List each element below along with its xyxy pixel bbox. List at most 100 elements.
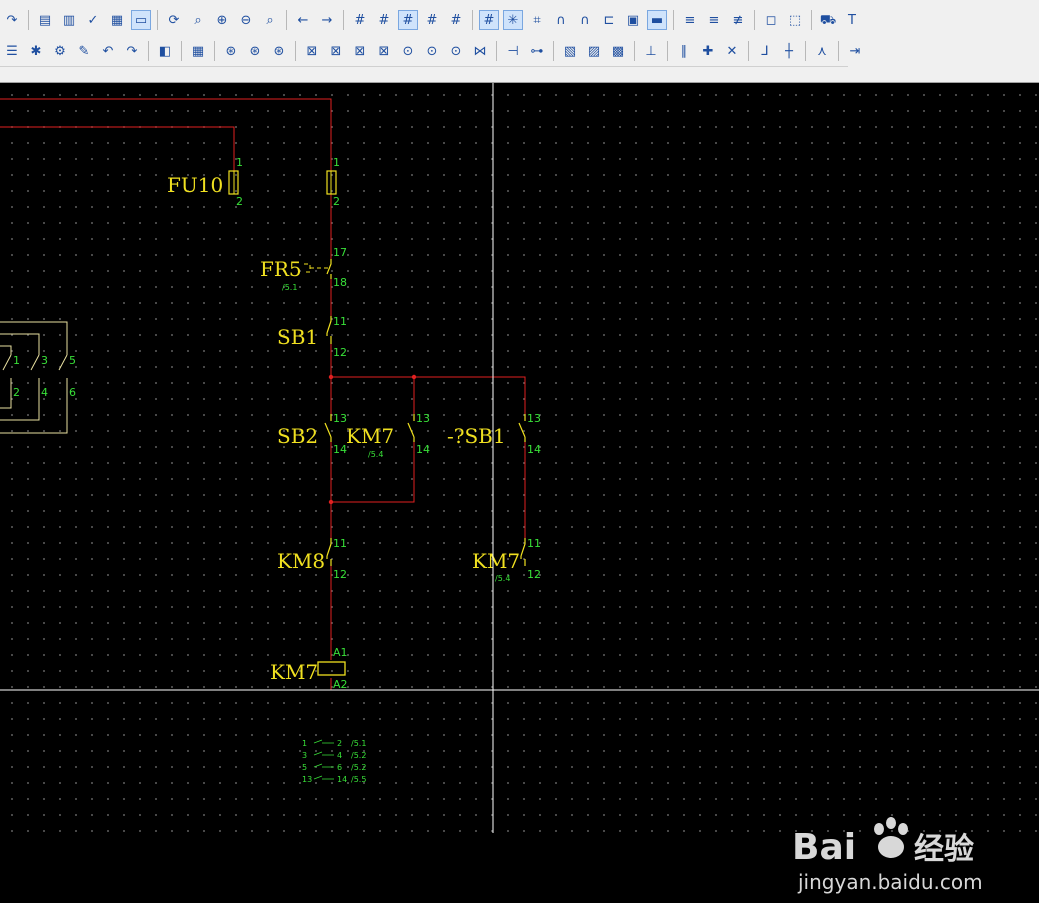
connector-button[interactable]: ⊏ — [599, 10, 619, 30]
label-box-button[interactable]: ▣ — [623, 10, 643, 30]
ruler-button[interactable]: ▬ — [647, 10, 667, 30]
magnet-icon: ∩ — [556, 12, 566, 28]
grid-d-button[interactable]: # — [422, 10, 442, 30]
refresh-button[interactable]: ⟳ — [164, 10, 184, 30]
wire-branch-button[interactable]: ⋏ — [812, 41, 832, 61]
grid-a-button[interactable]: # — [350, 10, 370, 30]
page-redo-button[interactable]: ↷ — [122, 41, 142, 61]
toolbar-separator — [472, 10, 473, 30]
insert-device-button[interactable]: ⊛ — [221, 41, 241, 61]
page-undo-button[interactable]: ↶ — [98, 41, 118, 61]
hatch-b-button[interactable]: ▨ — [584, 41, 604, 61]
new-page-button[interactable]: ✱ — [26, 41, 46, 61]
page-settings-button[interactable]: ⚙ — [50, 41, 70, 61]
list-button[interactable]: ☰ — [2, 41, 22, 61]
monitor-button[interactable]: ▭ — [131, 10, 151, 30]
contact-symbol — [313, 739, 334, 744]
contact-km7-nc[interactable]: KM7 11 12 /5.4 — [472, 537, 541, 583]
component-button[interactable]: ◻ — [761, 10, 781, 30]
contact-fr5[interactable]: FR5 17 18 /5.1 — [260, 246, 347, 292]
device-navigator-button[interactable]: ⊛ — [245, 41, 265, 61]
pin-label: 2 — [333, 195, 340, 208]
wire-cross-point-button[interactable]: ✚ — [698, 41, 718, 61]
wire-tee-button[interactable]: ┼ — [779, 41, 799, 61]
terminal-d-button[interactable]: ⊠ — [374, 41, 394, 61]
device-list-button[interactable]: ▦ — [188, 41, 208, 61]
plc-b-icon: ⊙ — [426, 43, 438, 59]
pin-label: 14 — [527, 443, 541, 456]
select-box-button[interactable]: ⬚ — [785, 10, 805, 30]
contact-ref: /5.5 — [351, 775, 366, 784]
layout-window-button[interactable]: ▤ — [35, 10, 55, 30]
grid-table-button[interactable]: ▦ — [107, 10, 127, 30]
window-split-button[interactable]: ▥ — [59, 10, 79, 30]
grid-snap-button[interactable]: # — [479, 10, 499, 30]
coil-button[interactable]: ⊶ — [527, 41, 547, 61]
cross-reference: /5.1 — [282, 283, 297, 292]
pin-label: 1 — [333, 156, 340, 169]
grid-snap-point-button[interactable]: ✳ — [503, 10, 523, 30]
wire-fu10-supply[interactable] — [0, 126, 235, 171]
wire-lines-alt-button[interactable]: ≡ — [704, 10, 724, 30]
label-box-icon: ▣ — [626, 12, 640, 28]
fuse-right[interactable]: 1 2 — [326, 156, 340, 208]
zoom-in-button[interactable]: ⊕ — [212, 10, 232, 30]
pin-label: 12 — [333, 568, 347, 581]
coil-km7[interactable]: KM7 A1 A2 — [270, 646, 348, 691]
hatch-a-icon: ▧ — [563, 43, 577, 59]
magnet-button[interactable]: ∩ — [551, 10, 571, 30]
device-tag: FU10 — [167, 173, 223, 197]
grid-c-button[interactable]: # — [398, 10, 418, 30]
schematic-canvas[interactable]: 1 3 5 2 4 6 FU10 1 2 1 2 FR5 17 18 /5.1 … — [0, 83, 1039, 894]
select-box-icon: ⬚ — [788, 12, 802, 28]
wire-lines-alt-icon: ≡ — [708, 12, 720, 28]
plc-c-button[interactable]: ⊙ — [446, 41, 466, 61]
wire-jump-button[interactable]: ⇥ — [845, 41, 865, 61]
contact-button[interactable]: ⊣ — [503, 41, 523, 61]
plc-a-button[interactable]: ⊙ — [398, 41, 418, 61]
device-connect-button[interactable]: ⊛ — [269, 41, 289, 61]
terminal-c-button[interactable]: ⊠ — [350, 41, 370, 61]
wire-interrupt-button[interactable]: ✕ — [722, 41, 742, 61]
hatch-a-button[interactable]: ▧ — [560, 41, 580, 61]
wire-angle-button[interactable]: ⅃ — [755, 41, 775, 61]
page-edit-button[interactable]: ✎ — [74, 41, 94, 61]
arrow-forward-button[interactable]: → — [317, 10, 337, 30]
cable-button[interactable]: ⋈ — [470, 41, 490, 61]
page-edit-icon: ✎ — [78, 43, 90, 59]
contact-km8-nc[interactable]: KM8 11 12 — [277, 537, 347, 581]
potential-button[interactable]: ⊥ — [641, 41, 661, 61]
text-tool-button[interactable]: T — [842, 10, 862, 30]
wire-cross-button[interactable]: ≢ — [728, 10, 748, 30]
zoom-100-button[interactable]: ⌕ — [260, 10, 280, 30]
grid-hash-button[interactable]: ⌗ — [527, 10, 547, 30]
page-check-button[interactable]: ✓ — [83, 10, 103, 30]
zoom-window-button[interactable]: ⌕ — [188, 10, 208, 30]
toolbar-separator — [667, 41, 668, 61]
hatch-c-button[interactable]: ▩ — [608, 41, 628, 61]
wire-interrupt-icon: ✕ — [726, 43, 738, 59]
contact-sb1[interactable]: SB1 11 12 — [277, 315, 347, 359]
macro-button[interactable]: ◧ — [155, 41, 175, 61]
contact-sb2[interactable]: SB2 13 14 — [277, 412, 347, 456]
terminal-a-button[interactable]: ⊠ — [302, 41, 322, 61]
contact-ref: /5.1 — [351, 739, 366, 748]
redo-button[interactable]: ↷ — [2, 10, 22, 30]
cart-button[interactable]: ⛟ — [818, 10, 838, 30]
wire-parallel-button[interactable]: ∥ — [674, 41, 694, 61]
contact-icon: ⊣ — [507, 43, 519, 59]
fuse-fu10[interactable]: FU10 1 2 — [167, 156, 243, 208]
grid-e-button[interactable]: # — [446, 10, 466, 30]
wire-lines-button[interactable]: ≡ — [680, 10, 700, 30]
wire-top[interactable] — [0, 98, 332, 171]
contact-km7-no[interactable]: KM7 13 14 /5.4 — [346, 412, 430, 459]
zoom-out-button[interactable]: ⊖ — [236, 10, 256, 30]
plc-b-button[interactable]: ⊙ — [422, 41, 442, 61]
wire-branch-top[interactable] — [331, 376, 526, 414]
arrow-back-button[interactable]: ← — [293, 10, 313, 30]
contact-qsb1[interactable]: -?SB1 13 14 — [447, 412, 541, 456]
terminal-b-button[interactable]: ⊠ — [326, 41, 346, 61]
grid-b-button[interactable]: # — [374, 10, 394, 30]
pin-label: 1 — [13, 354, 20, 367]
magnet-alt-button[interactable]: ∩ — [575, 10, 595, 30]
